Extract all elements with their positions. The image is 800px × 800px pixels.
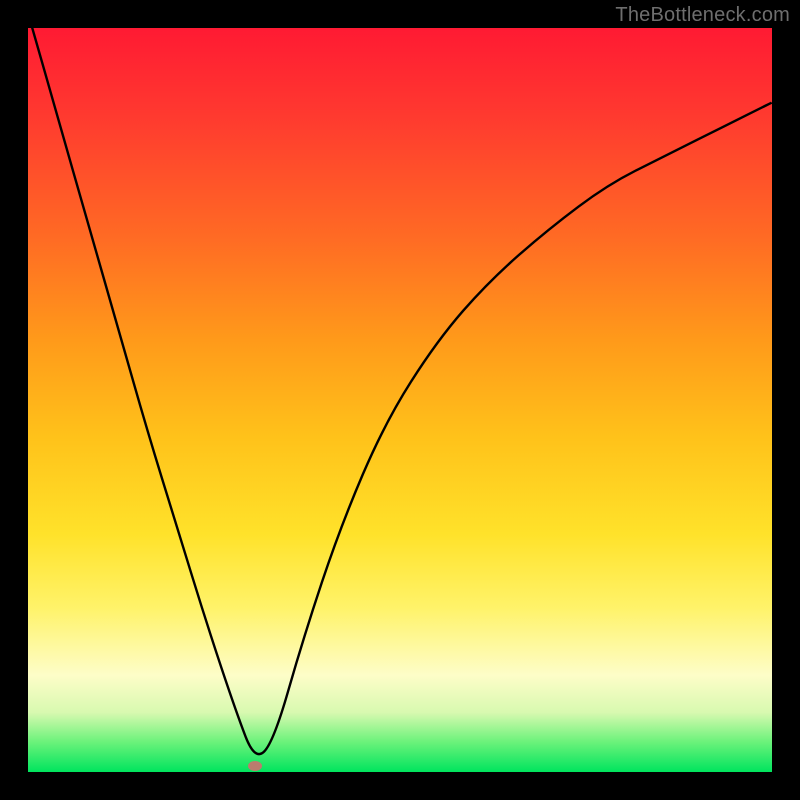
chart-frame: TheBottleneck.com: [0, 0, 800, 800]
bottleneck-curve: [28, 28, 772, 772]
watermark-text: TheBottleneck.com: [615, 4, 790, 27]
optimal-point-marker: [248, 761, 262, 771]
